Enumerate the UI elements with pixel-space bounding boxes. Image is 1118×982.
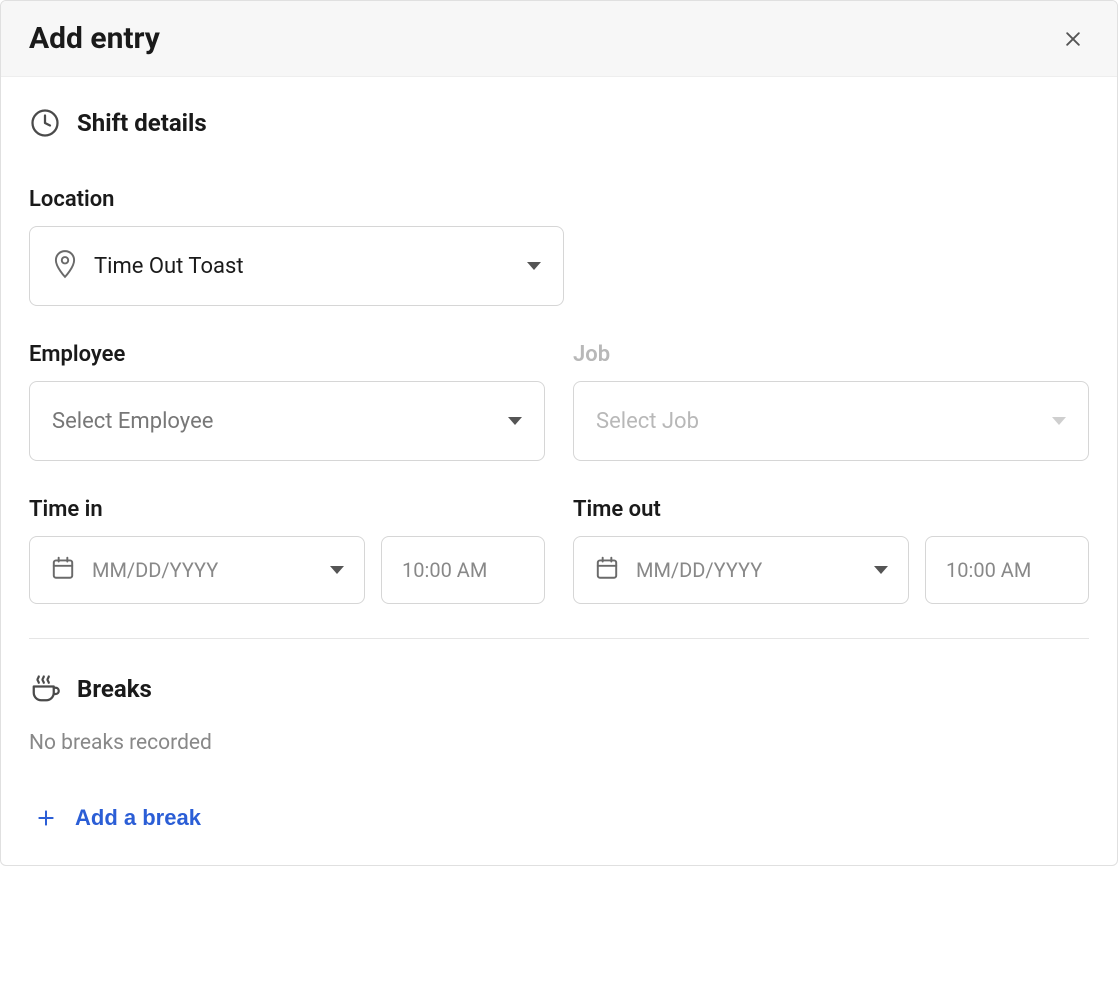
section-divider [29,638,1089,639]
breaks-title: Breaks [77,675,152,703]
time-in-date-placeholder: MM/DD/YYYY [92,558,314,582]
time-in-label: Time in [29,497,545,522]
time-in-time-field[interactable]: 10:00 AM [381,536,545,604]
caret-down-icon [527,262,541,270]
time-in-time-value: 10:00 AM [402,558,487,582]
add-entry-modal: Add entry Shift details Location Time Ou… [0,0,1118,866]
modal-body: Shift details Location Time Out Toast Em… [1,77,1117,865]
time-out-date-placeholder: MM/DD/YYYY [636,558,858,582]
employee-placeholder: Select Employee [52,409,492,434]
add-break-button[interactable]: Add a break [29,801,201,835]
shift-details-header: Shift details [29,107,1089,139]
employee-job-row: Employee Select Employee Job Select Job [29,342,1089,461]
location-row: Location Time Out Toast [29,187,1089,306]
close-button[interactable] [1057,23,1089,55]
add-break-label: Add a break [75,805,201,831]
caret-down-icon [874,566,888,574]
time-out-date-field[interactable]: MM/DD/YYYY [573,536,909,604]
job-placeholder: Select Job [596,409,1036,434]
time-out-time-value: 10:00 AM [946,558,1031,582]
calendar-icon [594,555,620,585]
location-value: Time Out Toast [94,254,511,279]
caret-down-icon [1052,417,1066,425]
breaks-header: Breaks [29,673,1089,705]
location-pin-icon [52,249,78,283]
time-in-date-field[interactable]: MM/DD/YYYY [29,536,365,604]
time-out-label: Time out [573,497,1089,522]
plus-icon [35,807,57,829]
clock-icon [29,107,61,139]
shift-details-title: Shift details [77,109,207,137]
employee-select[interactable]: Select Employee [29,381,545,461]
job-select: Select Job [573,381,1089,461]
no-breaks-text: No breaks recorded [29,731,1089,755]
close-icon [1063,27,1083,51]
modal-header: Add entry [1,1,1117,77]
coffee-cup-icon [29,673,61,705]
calendar-icon [50,555,76,585]
location-label: Location [29,187,564,212]
job-label: Job [573,342,1089,367]
time-out-time-field[interactable]: 10:00 AM [925,536,1089,604]
employee-label: Employee [29,342,545,367]
caret-down-icon [508,417,522,425]
location-select[interactable]: Time Out Toast [29,226,564,306]
modal-title: Add entry [29,21,160,56]
caret-down-icon [330,566,344,574]
time-row: Time in MM/DD/YYYY 10:00 AM Time out [29,497,1089,604]
